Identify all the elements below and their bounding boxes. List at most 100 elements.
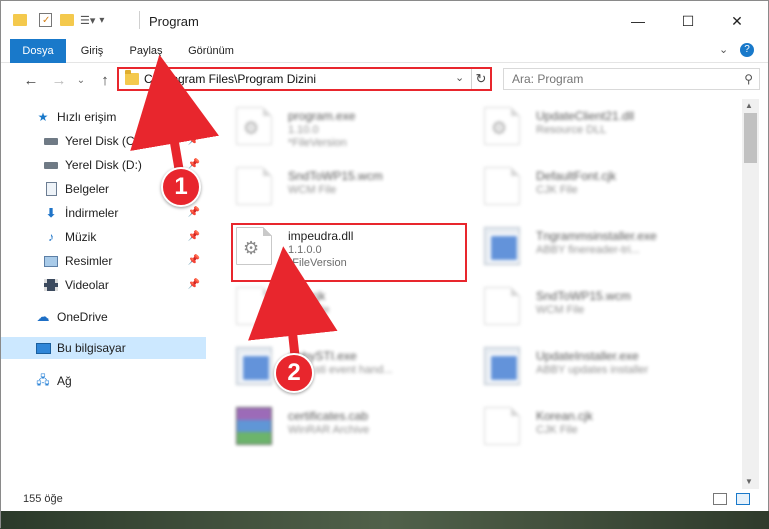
sidebar-item-network[interactable]: 🖧 Ağ (1, 370, 206, 392)
close-button[interactable]: ✕ (714, 9, 760, 33)
minimize-button[interactable]: — (615, 9, 661, 33)
file-item[interactable]: Korean.cjk CJK File (474, 399, 714, 451)
recent-locations-icon[interactable]: ⌄ (73, 69, 89, 91)
file-name: DefaultFont.cjk (536, 169, 617, 183)
sidebar-item-label: Hızlı erişim (57, 110, 117, 124)
file-item[interactable]: ⚙ program.exe 1.10.0 *FileVersion (226, 99, 466, 151)
new-folder-icon[interactable] (60, 14, 74, 26)
file-item[interactable]: Tngrammsinstaller.exe ABBY finereader-tri… (474, 219, 714, 271)
file-detail: Resource DLL (536, 124, 607, 136)
sidebar-item-label: OneDrive (57, 310, 108, 324)
file-version: *FileVersion (288, 137, 347, 149)
dll-file-icon: ⚙ (484, 107, 520, 145)
customize-icon[interactable]: ☰▾ (80, 14, 95, 27)
file-item[interactable]: UpdateInstaller.exe ABBY updates installe… (474, 339, 714, 391)
sidebar-item-quick-access[interactable]: ★ Hızlı erişim (1, 106, 206, 128)
help-icon[interactable]: ? (740, 43, 754, 57)
sidebar-item-videos[interactable]: Videolar 📌 (1, 274, 206, 296)
exe-file-icon (484, 347, 520, 385)
file-icon (484, 407, 520, 445)
pin-icon[interactable]: 📌 (188, 279, 200, 290)
file-detail: CJK File (288, 304, 330, 316)
sidebar-item-onedrive[interactable]: ☁ OneDrive (1, 306, 206, 328)
up-button[interactable]: ↑ (93, 69, 117, 91)
downloads-icon: ⬇ (45, 206, 57, 220)
file-item[interactable]: ⚙ UpdateClient21.dll Resource DLL (474, 99, 714, 151)
pin-icon[interactable]: 📌 (188, 231, 200, 242)
scroll-up-icon[interactable]: ▲ (745, 101, 753, 110)
explorer-window: ✓ ☰▾ ▾ Program — ☐ ✕ Dosya Giriş Paylaş … (0, 0, 769, 529)
desktop-strip (1, 511, 769, 529)
pin-icon[interactable]: 📌 (188, 207, 200, 218)
file-icon (484, 287, 520, 325)
sidebar-item-label: Resimler (65, 254, 113, 268)
file-name: program.exe (288, 109, 356, 123)
properties-icon[interactable]: ✓ (39, 13, 52, 27)
dll-file-icon: ⚙ (236, 107, 272, 145)
pin-icon[interactable]: 📌 (188, 135, 200, 146)
sidebar-item-disk-c[interactable]: Yerel Disk (C:) 📌 (1, 130, 206, 152)
star-icon: ★ (37, 110, 49, 124)
folder-icon (13, 14, 27, 26)
details-view-icon[interactable] (713, 493, 727, 505)
dropdown-icon[interactable]: ▾ (99, 15, 104, 26)
sidebar-item-label: Ağ (57, 374, 72, 388)
sidebar-item-this-pc[interactable]: Bu bilgisayar (1, 337, 206, 359)
tab-home[interactable]: Giriş (71, 39, 113, 63)
pin-icon[interactable]: 📌 (188, 255, 200, 266)
tab-file[interactable]: Dosya (10, 39, 66, 63)
file-item[interactable]: SndToWP15.wcm WCM File (474, 279, 714, 331)
sidebar-item-label: Müzik (65, 230, 97, 244)
file-item[interactable]: DefaultFont.cjk CJK File (474, 159, 714, 211)
back-button[interactable]: ← (19, 69, 43, 91)
file-detail: 1.10.0 (288, 124, 319, 136)
file-detail: WinRAR Archive (288, 424, 370, 436)
file-detail: WCM File (536, 304, 585, 316)
expand-ribbon-icon[interactable]: ⌄ (719, 43, 728, 56)
large-icons-view-icon[interactable] (736, 493, 750, 505)
item-count: 155 öğe (23, 493, 63, 505)
sidebar-item-pictures[interactable]: Resimler 📌 (1, 250, 206, 272)
search-box[interactable]: ⚲ (503, 68, 760, 90)
folder-icon (125, 70, 139, 85)
tab-share[interactable]: Paylaş (121, 39, 171, 63)
file-item[interactable]: certificates.cab WinRAR Archive (226, 399, 466, 451)
callout-1: 1 (161, 167, 201, 207)
sidebar-item-label: Videolar (65, 278, 109, 292)
chevron-down-icon[interactable]: ⌄ (455, 71, 464, 84)
ribbon: Dosya Giriş Paylaş Görünüm ⌄ ? (1, 39, 768, 63)
file-name: Fist.cjk (288, 289, 326, 303)
file-item[interactable]: SndToWP15.wcm WCM File (226, 159, 466, 211)
vertical-scrollbar[interactable]: ▲ ▼ (742, 99, 759, 489)
archive-file-icon (236, 407, 272, 445)
forward-button[interactable]: → (47, 69, 71, 91)
scroll-down-icon[interactable]: ▼ (745, 477, 753, 486)
pictures-icon (43, 254, 59, 268)
file-name: Tngrammsinstaller.exe (536, 229, 657, 243)
drive-icon (43, 134, 59, 148)
tab-view[interactable]: Görünüm (181, 39, 241, 63)
search-input[interactable] (504, 69, 724, 89)
sidebar-item-music[interactable]: ♪ Müzik 📌 (1, 226, 206, 248)
file-name: SndToWP15.wcm (536, 289, 631, 303)
gear-icon: ⚙ (491, 118, 508, 138)
file-name: UpdateClient21.dll (536, 109, 635, 123)
maximize-button[interactable]: ☐ (665, 9, 711, 33)
scrollbar-thumb[interactable] (744, 113, 757, 163)
file-name: UpdateInstaller.exe (536, 349, 639, 363)
file-item[interactable]: Fist.cjk CJK File (226, 279, 466, 331)
gear-icon: ⚙ (243, 118, 260, 138)
refresh-icon[interactable]: ↻ (471, 69, 490, 89)
videos-icon (43, 278, 59, 292)
navigation-pane: ★ Hızlı erişim Yerel Disk (C:) 📌 Yerel D… (1, 99, 206, 489)
address-bar[interactable]: C:\Program Files\Program Dizini ⌄ ↻ (117, 67, 492, 91)
file-item[interactable]: AbbySTI.exe abby sti event hand... (226, 339, 466, 391)
callout-2: 2 (274, 353, 314, 393)
sidebar-item-label: Belgeler (65, 182, 110, 196)
computer-icon (35, 341, 51, 355)
address-path[interactable]: C:\Program Files\Program Dizini (144, 72, 316, 86)
file-detail: ABBY finereader-tri... (536, 244, 640, 256)
network-icon: 🖧 (36, 372, 50, 387)
search-icon[interactable]: ⚲ (744, 72, 753, 86)
sidebar-item-label: Yerel Disk (C:) (65, 134, 142, 148)
